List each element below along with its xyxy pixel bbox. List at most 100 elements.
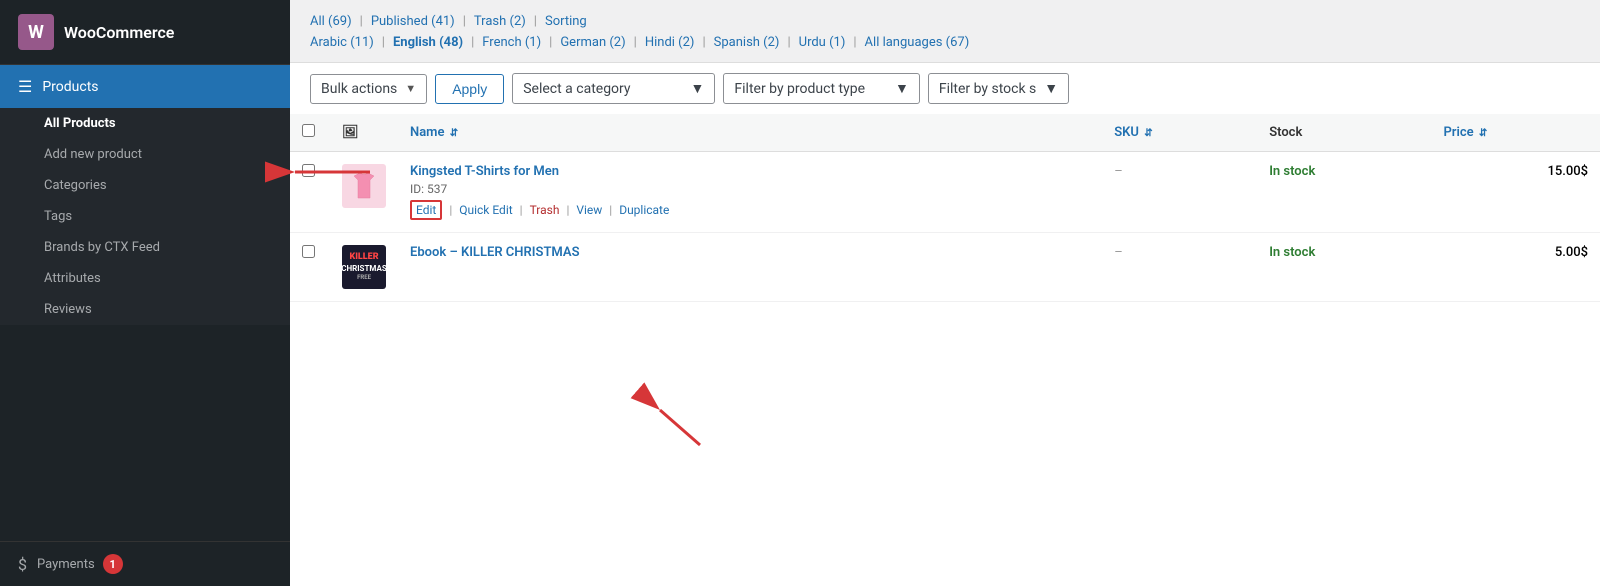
table-row: KILLER CHRISTMAS FREE Ebook – KILLER CHR… — [290, 233, 1600, 302]
col-name[interactable]: Name ⇵ — [398, 114, 1102, 152]
row1-duplicate-link[interactable]: Duplicate — [619, 203, 669, 217]
sidebar-logo-text: WooCommerce — [64, 23, 174, 42]
products-table-container: 🖼 Name ⇵ SKU ⇵ Stock Price ⇵ — [290, 114, 1600, 586]
row1-product-image — [342, 164, 386, 208]
sidebar-submenu: All Products Add new product Categories … — [0, 108, 290, 325]
sidebar-logo[interactable]: W WooCommerce — [0, 0, 290, 65]
filter-type-label: Filter by product type — [734, 81, 865, 97]
payments-icon: $ — [18, 555, 27, 574]
category-chevron-icon: ▼ — [691, 80, 705, 97]
filter-type-chevron-icon: ▼ — [895, 80, 909, 97]
lang-arabic[interactable]: Arabic (11) — [310, 35, 374, 50]
main-content: All (69) | Published (41) | Trash (2) | … — [290, 0, 1600, 586]
row1-sep2: | — [520, 203, 526, 217]
lsep2: | — [471, 35, 474, 50]
apply-button[interactable]: Apply — [435, 74, 504, 104]
lang-bar: Arabic (11) | English (48) | French (1) … — [310, 35, 1580, 50]
row1-price-cell: 15.00$ — [1431, 152, 1600, 233]
lang-spanish[interactable]: Spanish (2) — [714, 35, 780, 50]
sidebar-item-add-new-product[interactable]: Add new product — [0, 139, 290, 170]
status-trash-link[interactable]: Trash (2) — [474, 14, 526, 29]
category-dropdown[interactable]: Select a category ▼ — [512, 73, 715, 104]
row2-product-image: KILLER CHRISTMAS FREE — [342, 245, 386, 289]
name-sort-icon: ⇵ — [450, 128, 458, 139]
status-sorting-link[interactable]: Sorting — [545, 14, 587, 29]
select-all-checkbox[interactable] — [302, 124, 315, 137]
row2-price-cell: 5.00$ — [1431, 233, 1600, 302]
row1-image-cell — [330, 152, 398, 233]
filter-stock-dropdown[interactable]: Filter by stock s ▼ — [928, 73, 1069, 104]
table-body: Kingsted T-Shirts for Men ID: 537 Edit |… — [290, 152, 1600, 302]
lang-hindi[interactable]: Hindi (2) — [645, 35, 695, 50]
row2-stock-status: In stock — [1269, 245, 1315, 260]
products-icon: ☰ — [18, 77, 32, 96]
book-cover-text: KILLER CHRISTMAS FREE — [341, 252, 387, 282]
row1-checkbox[interactable] — [302, 164, 315, 177]
tshirt-svg — [348, 170, 380, 202]
status-published-link[interactable]: Published (41) — [371, 14, 455, 29]
main-header: All (69) | Published (41) | Trash (2) | … — [290, 0, 1600, 62]
lsep3: | — [549, 35, 552, 50]
category-label: Select a category — [523, 81, 630, 97]
status-bar: All (69) | Published (41) | Trash (2) | … — [310, 14, 1580, 29]
sep3: | — [534, 14, 537, 29]
logo-letter: W — [28, 22, 44, 43]
filter-type-dropdown[interactable]: Filter by product type ▼ — [723, 73, 919, 104]
col-checkbox — [290, 114, 330, 152]
col-price[interactable]: Price ⇵ — [1431, 114, 1600, 152]
sidebar-item-categories[interactable]: Categories — [0, 170, 290, 201]
sidebar-item-all-products[interactable]: All Products — [0, 108, 290, 139]
sidebar-item-tags[interactable]: Tags — [0, 201, 290, 232]
status-all-link[interactable]: All (69) — [310, 14, 352, 29]
sidebar-footer-payments[interactable]: $ Payments 1 — [0, 541, 290, 586]
lang-urdu[interactable]: Urdu (1) — [799, 35, 846, 50]
filter-stock-chevron-icon: ▼ — [1044, 80, 1058, 97]
col-sku[interactable]: SKU ⇵ — [1102, 114, 1257, 152]
sidebar-item-reviews[interactable]: Reviews — [0, 294, 290, 325]
row1-sep3: | — [566, 203, 572, 217]
row1-product-id: ID: 537 — [410, 182, 1090, 196]
row2-checkbox-cell — [290, 233, 330, 302]
sidebar-nav: ☰ Products All Products Add new product … — [0, 65, 290, 541]
payments-badge: 1 — [103, 554, 123, 574]
sku-sort-icon: ⇵ — [1144, 128, 1152, 139]
sep2: | — [463, 14, 466, 29]
lsep1: | — [382, 35, 385, 50]
row2-stock-cell: In stock — [1257, 233, 1431, 302]
row1-quick-edit-link[interactable]: Quick Edit — [459, 203, 512, 217]
row1-name-cell: Kingsted T-Shirts for Men ID: 537 Edit |… — [398, 152, 1102, 233]
sep1: | — [360, 14, 363, 29]
payments-label: Payments — [37, 557, 95, 572]
row1-sku-cell: – — [1102, 152, 1257, 233]
toolbar: Bulk actions ▼ Apply Select a category ▼… — [290, 62, 1600, 114]
row1-price: 15.00$ — [1547, 164, 1588, 179]
lang-french[interactable]: French (1) — [482, 35, 541, 50]
bulk-actions-label: Bulk actions — [321, 81, 397, 97]
row1-sep4: | — [609, 203, 615, 217]
col-stock: Stock — [1257, 114, 1431, 152]
row2-checkbox[interactable] — [302, 245, 315, 258]
row1-view-link[interactable]: View — [576, 203, 602, 217]
sidebar-item-attributes[interactable]: Attributes — [0, 263, 290, 294]
row1-sep1: | — [449, 203, 455, 217]
row1-trash-link[interactable]: Trash — [530, 203, 560, 217]
row1-stock-status: In stock — [1269, 164, 1315, 179]
sidebar-item-brands[interactable]: Brands by CTX Feed — [0, 232, 290, 263]
products-table: 🖼 Name ⇵ SKU ⇵ Stock Price ⇵ — [290, 114, 1600, 302]
col-image: 🖼 — [330, 114, 398, 152]
lang-all[interactable]: All languages (67) — [865, 35, 970, 50]
sidebar-item-products[interactable]: ☰ Products — [0, 65, 290, 108]
bulk-actions-dropdown[interactable]: Bulk actions ▼ — [310, 74, 427, 104]
table-row: Kingsted T-Shirts for Men ID: 537 Edit |… — [290, 152, 1600, 233]
row2-name-cell: Ebook – KILLER CHRISTMAS — [398, 233, 1102, 302]
row1-edit-link[interactable]: Edit — [416, 203, 436, 217]
lsep7: | — [853, 35, 856, 50]
bulk-actions-chevron-icon: ▼ — [405, 82, 416, 95]
lsep6: | — [787, 35, 790, 50]
row2-product-name-link[interactable]: Ebook – KILLER CHRISTMAS — [410, 245, 580, 260]
row1-product-actions: Edit | Quick Edit | Trash | View | Dupli… — [410, 200, 1090, 220]
lang-english[interactable]: English (48) — [393, 35, 463, 50]
row1-checkbox-cell — [290, 152, 330, 233]
lang-german[interactable]: German (2) — [560, 35, 625, 50]
row1-product-name-link[interactable]: Kingsted T-Shirts for Men — [410, 164, 559, 179]
